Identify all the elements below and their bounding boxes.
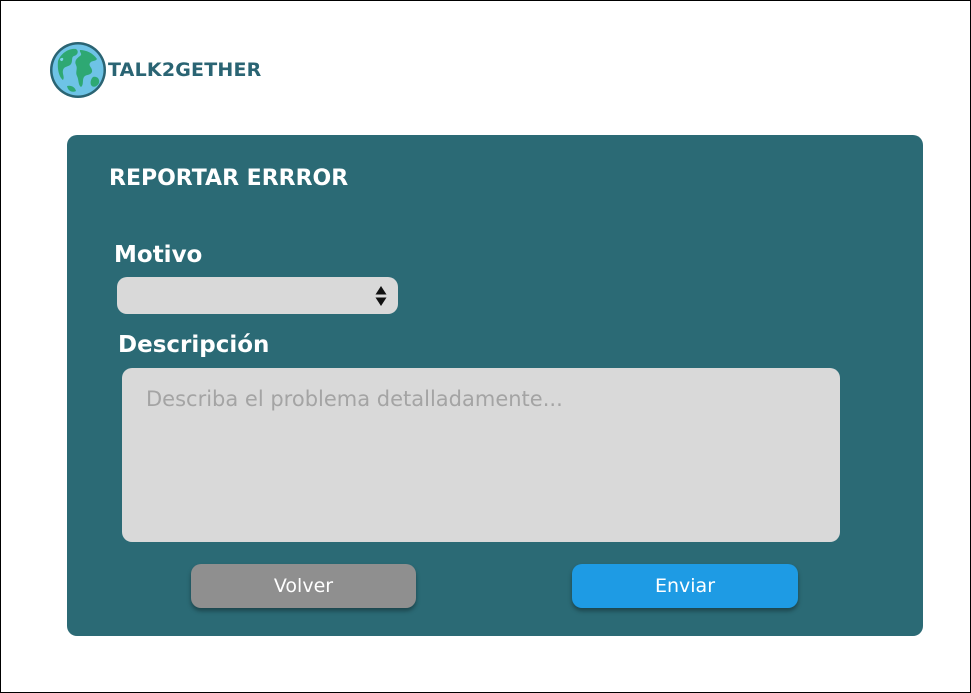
motivo-label: Motivo (114, 242, 203, 268)
globe-icon (50, 42, 106, 98)
descripcion-label: Descripción (118, 332, 270, 358)
descripcion-textarea[interactable] (122, 368, 840, 542)
brand-logo[interactable]: TALK2GETHER (49, 41, 262, 99)
page-title: REPORTAR ERRROR (109, 166, 349, 191)
page-frame: TALK2GETHER REPORTAR ERRROR Motivo Descr… (0, 0, 971, 693)
select-arrows-icon (375, 286, 387, 306)
send-button[interactable]: Enviar (572, 564, 798, 608)
back-button[interactable]: Volver (191, 564, 416, 608)
brand-name: TALK2GETHER (108, 59, 262, 81)
motivo-select[interactable] (117, 277, 398, 314)
report-error-card: REPORTAR ERRROR Motivo Descripción Volve… (67, 135, 923, 636)
